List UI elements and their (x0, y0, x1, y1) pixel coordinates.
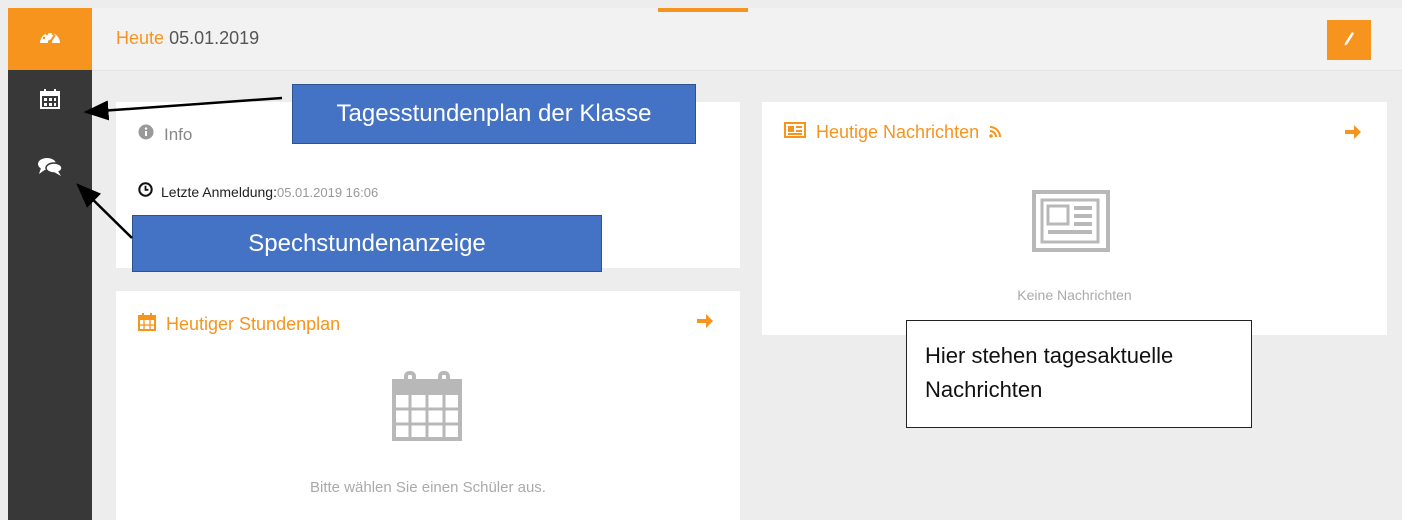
news-note-line2: Nachrichten (925, 377, 1043, 402)
today-label: Heute (116, 28, 165, 48)
calendar-icon (392, 371, 462, 446)
news-note-line1: Hier stehen tagesaktuelle (925, 343, 1174, 368)
schedule-callout: Tagesstundenplan der Klasse (292, 84, 696, 144)
edit-button[interactable] (1327, 20, 1371, 60)
page-title: Heute 05.01.2019 (116, 28, 259, 49)
sidebar-item-schedule[interactable] (8, 70, 92, 132)
pencil-icon (1342, 30, 1356, 51)
last-login-value: 05.01.2019 16:06 (276, 184, 379, 200)
sidebar-item-dashboard[interactable] (8, 8, 92, 70)
sidebar (8, 8, 92, 520)
calendar-icon (138, 313, 156, 336)
arrow-right-icon[interactable] (1344, 124, 1362, 145)
date-label: 05.01.2019 (169, 28, 260, 48)
sidebar-item-consultation[interactable] (8, 138, 92, 200)
info-card-title: Info (164, 124, 193, 144)
info-card-header: Info (138, 124, 192, 145)
last-login-row: Letzte Anmeldung: 05.01.2019 16:06 (138, 182, 378, 202)
news-empty-text: Keine Nachrichten (1017, 287, 1132, 303)
news-card: Heutige Nachrichten Keine Nachrichten (762, 102, 1387, 335)
news-card-title: Heutige Nachrichten (816, 122, 980, 142)
schedule-card-header[interactable]: Heutiger Stundenplan (138, 313, 340, 336)
news-card-header[interactable]: Heutige Nachrichten (784, 122, 1002, 143)
header-accent-line (658, 8, 748, 12)
schedule-empty-text: Bitte wählen Sie einen Schüler aus. (310, 479, 546, 496)
header-bar: Heute 05.01.2019 (92, 8, 1402, 71)
newspaper-icon (1032, 190, 1110, 257)
news-note: Hier stehen tagesaktuelle Nachrichten (906, 320, 1252, 428)
schedule-card-title: Heutiger Stundenplan (166, 314, 341, 334)
clock-icon (138, 182, 153, 202)
arrow-right-icon[interactable] (696, 313, 714, 334)
calendar-icon (39, 88, 61, 115)
info-icon (138, 124, 154, 145)
rss-icon (989, 122, 1002, 143)
chat-icon (37, 156, 63, 183)
last-login-label: Letzte Anmeldung: (161, 184, 277, 200)
newspaper-icon (784, 122, 806, 143)
dashboard-icon (38, 27, 62, 52)
consultation-callout: Spechstundenanzeige (132, 215, 602, 272)
schedule-card: Heutiger Stundenplan Bitte wählen Sie ei… (116, 291, 740, 520)
